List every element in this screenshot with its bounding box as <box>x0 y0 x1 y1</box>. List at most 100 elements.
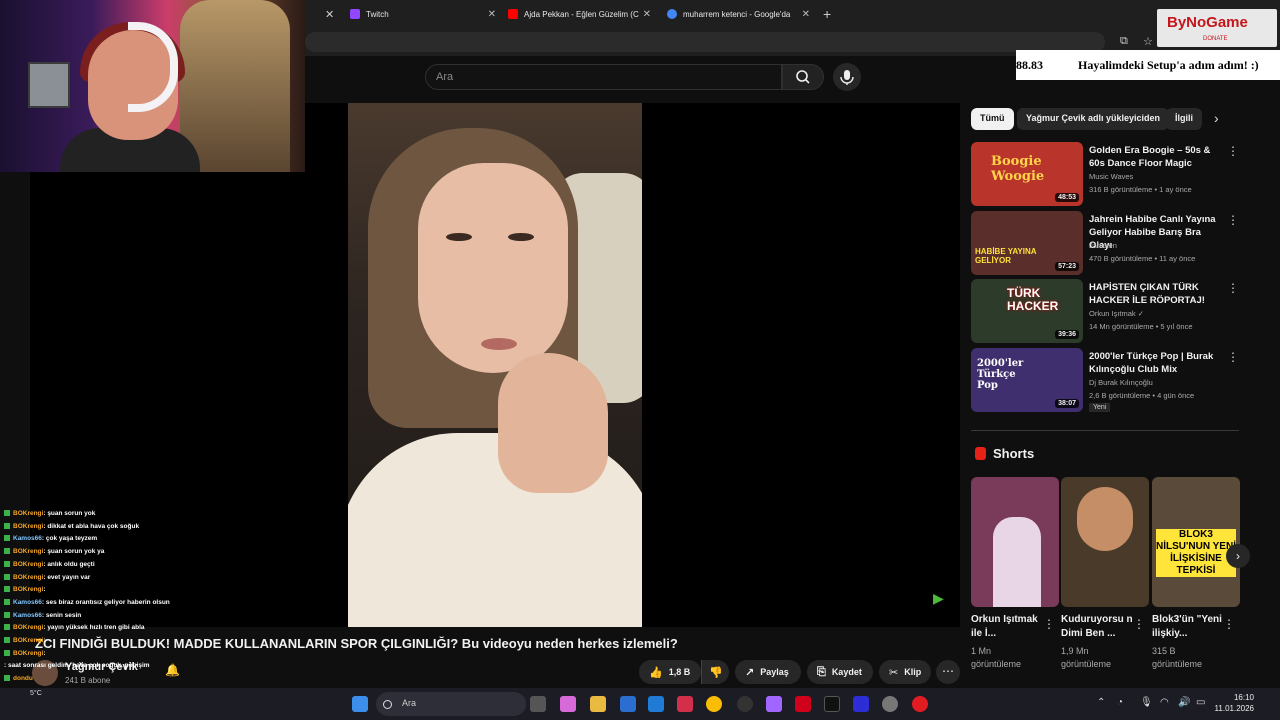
short-title[interactable]: Orkun Işıtmak ile İ... <box>971 613 1043 641</box>
share-button[interactable]: ↗ Paylaş <box>735 660 801 684</box>
file-explorer-icon[interactable] <box>590 696 606 712</box>
chat-username[interactable]: BOKrengi <box>13 586 43 593</box>
task-view-icon[interactable] <box>530 696 546 712</box>
wifi-icon[interactable]: ◠ <box>1160 697 1169 708</box>
address-field[interactable] <box>305 32 1105 52</box>
new-tab-button[interactable]: + <box>823 6 831 22</box>
recommendation-channel[interactable]: Jahisten <box>1089 241 1117 250</box>
short-thumbnail[interactable] <box>1061 477 1149 607</box>
recommendation-item[interactable]: TÜRK HACKER 39:36 HAPİSTEN ÇIKAN TÜRK HA… <box>971 279 1241 343</box>
clip-button[interactable]: ✂ Klip <box>879 660 931 684</box>
chat-username[interactable]: BOKrengi <box>13 510 43 517</box>
battery-icon[interactable]: ▭ <box>1196 697 1205 708</box>
chrome-icon[interactable] <box>706 696 722 712</box>
app-icon[interactable] <box>648 696 664 712</box>
close-tab-icon[interactable]: ✕ <box>643 9 651 20</box>
recommendation-title[interactable]: HAPİSTEN ÇIKAN TÜRK HACKER İLE RÖPORTAJ! <box>1089 281 1219 307</box>
chat-username[interactable]: BOKrengi <box>13 637 43 644</box>
more-vert-icon[interactable]: ⋮ <box>1223 617 1235 631</box>
chip-all[interactable]: Tümü <box>971 108 1014 130</box>
install-icon[interactable]: ⧉ <box>1120 35 1128 48</box>
voice-search-button[interactable] <box>833 63 861 91</box>
clock[interactable]: 16:10 11.01.2026 <box>1214 692 1254 714</box>
chat-message: BOKrengi: <box>4 586 46 593</box>
chat-username[interactable]: BOKrengi <box>13 574 43 581</box>
volume-icon[interactable]: 🔊 <box>1178 697 1190 708</box>
tab-google[interactable]: muharrem ketenci - Google'da ✕ <box>667 0 810 28</box>
close-tab-icon[interactable]: ✕ <box>802 9 810 20</box>
chat-username[interactable]: Kamos66 <box>13 612 42 619</box>
subscriber-badge-icon <box>4 675 10 682</box>
store-icon[interactable] <box>620 696 636 712</box>
short-thumbnail[interactable]: BLOK3 NİLSU'NUN YENİ İLİŞKİSİNE TEPKİSİ <box>1152 477 1240 607</box>
more-vert-icon[interactable]: ⋮ <box>1133 617 1145 631</box>
more-vert-icon[interactable]: ⋮ <box>1043 617 1055 631</box>
tab-youtube[interactable]: Ajda Pekkan - Eğlen Güzelim (C ✕ <box>508 0 651 28</box>
recommendation-channel[interactable]: Music Waves <box>1089 172 1133 181</box>
chat-username[interactable]: BOKrengi <box>13 624 43 631</box>
subscriber-badge-icon <box>4 560 10 567</box>
recommendation-item[interactable]: HABİBE YAYINA GELİYOR 57:23 Jahrein Habi… <box>971 211 1241 275</box>
network-icon[interactable]: ◔ <box>1117 697 1123 708</box>
search-input[interactable]: Ara <box>425 64 782 90</box>
search-button[interactable] <box>782 64 824 90</box>
opera-icon[interactable] <box>912 696 928 712</box>
video-thumbnail[interactable]: HABİBE YAYINA GELİYOR 57:23 <box>971 211 1083 275</box>
chat-username[interactable]: Kamos66 <box>13 599 42 606</box>
recommendation-item[interactable]: 2000'ler Türkçe Pop 38:07 2000'ler Türkç… <box>971 348 1241 412</box>
like-count: 1,8 B <box>668 667 691 677</box>
recommendation-title[interactable]: Golden Era Boogie – 50s & 60s Dance Floo… <box>1089 144 1219 170</box>
subscriber-badge-icon <box>4 611 10 618</box>
video-frame[interactable] <box>348 103 642 627</box>
chip-uploader[interactable]: Yağmur Çevik adlı yükleyiciden <box>1017 108 1170 130</box>
obs-icon[interactable] <box>737 696 753 712</box>
like-button[interactable]: 👍 1,8 B <box>639 660 701 684</box>
short-title[interactable]: Blok3'ün "Yeni ilişkiy... <box>1152 613 1224 641</box>
recommendation-channel[interactable]: Dj Burak Kılınçoğlu <box>1089 378 1153 387</box>
short-thumbnail[interactable] <box>971 477 1059 607</box>
chevron-right-icon[interactable]: › <box>1226 544 1250 568</box>
recommendation-channel[interactable]: Orkun Işıtmak ✓ <box>1089 309 1144 318</box>
chat-text: : şuan sorun yok <box>43 510 96 517</box>
save-button[interactable]: ⎘ Kaydet <box>807 660 873 684</box>
chat-username[interactable]: dondu <box>13 675 33 682</box>
chat-username[interactable]: BOKrengi <box>13 523 43 530</box>
chat-text: : yayın yüksek hızlı tren gibi abla <box>43 624 145 632</box>
dislike-button[interactable]: 👎 <box>701 660 729 684</box>
tiktok-icon[interactable] <box>824 696 840 712</box>
short-title[interactable]: Kuduruyorsu n Dimi Ben ... <box>1061 613 1133 641</box>
chat-username[interactable]: BOKrengi <box>13 650 43 657</box>
more-vert-icon[interactable]: ⋮ <box>1227 213 1239 227</box>
settings-icon[interactable] <box>882 696 898 712</box>
weather-widget[interactable]: 5°C <box>30 690 42 697</box>
more-actions-button[interactable]: ⋯ <box>936 660 960 684</box>
app-icon[interactable] <box>766 696 782 712</box>
more-vert-icon[interactable]: ⋮ <box>1227 281 1239 295</box>
chevron-right-icon[interactable]: › <box>1214 110 1219 126</box>
tab-twitch[interactable]: Twitch ✕ <box>350 0 496 28</box>
video-thumbnail[interactable]: TÜRK HACKER 39:36 <box>971 279 1083 343</box>
recommendation-item[interactable]: Boogie Woogie 48:53 Golden Era Boogie – … <box>971 142 1241 206</box>
microphone-icon[interactable]: 🎙 <box>1140 697 1153 708</box>
close-tab-icon[interactable]: ✕ <box>488 9 496 20</box>
app-icon[interactable] <box>677 696 693 712</box>
chat-username[interactable]: Kamos66 <box>13 535 42 542</box>
recommendation-title[interactable]: 2000'ler Türkçe Pop | Burak Kılınçoğlu C… <box>1089 350 1219 376</box>
app-icon[interactable] <box>853 696 869 712</box>
windows-start-icon[interactable] <box>352 696 368 712</box>
chevron-up-icon[interactable]: ⌃ <box>1097 697 1105 708</box>
more-vert-icon[interactable]: ⋮ <box>1227 144 1239 158</box>
taskbar-search[interactable]: Ara <box>376 692 526 716</box>
chat-username[interactable]: BOKrengi <box>13 561 43 568</box>
close-tab-icon[interactable]: ✕ <box>325 8 334 21</box>
app-icon[interactable] <box>795 696 811 712</box>
copilot-icon[interactable] <box>560 696 576 712</box>
bookmark-star-icon[interactable]: ☆ <box>1143 35 1153 48</box>
chat-message: BOKrengi: şuan sorun yok ya <box>4 548 104 555</box>
video-thumbnail[interactable]: Boogie Woogie 48:53 <box>971 142 1083 206</box>
more-vert-icon[interactable]: ⋮ <box>1227 350 1239 364</box>
play-icon[interactable]: ▶ <box>933 590 944 607</box>
chat-username[interactable]: BOKrengi <box>13 548 43 555</box>
video-thumbnail[interactable]: 2000'ler Türkçe Pop 38:07 <box>971 348 1083 412</box>
chip-related[interactable]: İlgili <box>1166 108 1202 130</box>
